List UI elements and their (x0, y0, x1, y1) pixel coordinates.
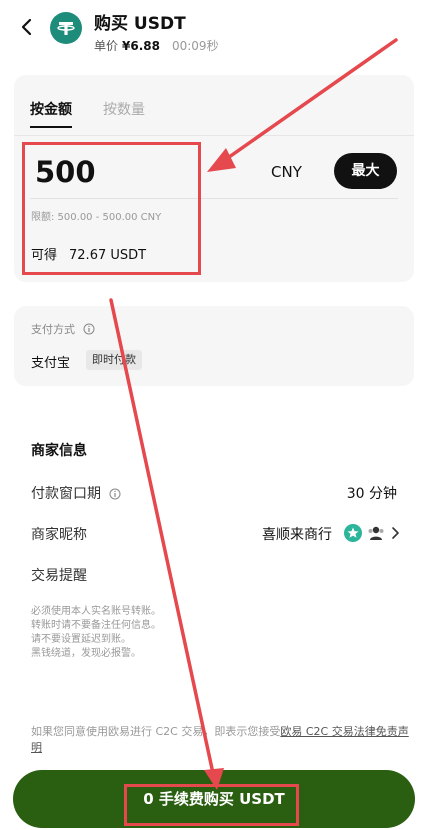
payment-window-value: 30 分钟 (346, 486, 397, 502)
price-value: ¥6.88 (122, 39, 160, 53)
tip-line: 转账时请不要备注任何信息。 (31, 620, 161, 631)
info-icon[interactable] (83, 323, 95, 335)
trade-reminder-label: 交易提醒 (31, 568, 87, 584)
price-label: 单价 (94, 39, 119, 53)
merchant-nickname-label: 商家昵称 (31, 527, 87, 543)
payment-method-card[interactable]: 支付方式 支付宝 即时付款 (14, 306, 414, 386)
payment-method-label-text: 支付方式 (31, 323, 75, 336)
tab-by-quantity[interactable]: 按数量 (103, 99, 145, 119)
annotation-box-buy-button (124, 784, 299, 826)
tab-divider (14, 135, 414, 136)
tab-by-amount[interactable]: 按金额 (30, 99, 72, 128)
annotation-box-amount (22, 142, 201, 275)
price-line: 单价 ¥6.88 00:09秒 (94, 37, 219, 54)
user-badge-icon (368, 526, 384, 540)
disclaimer-text: 如果您同意使用欧易进行 C2C 交易，即表示您接受欧易 C2C 交易法律免责声明 (31, 724, 411, 756)
tip-line: 请不要设置延迟到账。 (31, 634, 131, 645)
merchant-info-title: 商家信息 (31, 443, 87, 459)
tip-line: 必须使用本人实名账号转账。 (31, 606, 161, 617)
instant-payment-badge: 即时付款 (86, 350, 142, 370)
chevron-right-icon[interactable] (390, 526, 400, 540)
tip-line: 黑钱绕道，发现必报警。 (31, 648, 141, 659)
max-button[interactable]: 最大 (334, 153, 397, 189)
header-bar: 购买 USDT 单价 ¥6.88 00:09秒 (0, 0, 428, 62)
page-title: 购买 USDT (94, 14, 186, 34)
verified-badge-icon (344, 524, 362, 542)
trade-reminder-text: 必须使用本人实名账号转账。 转账时请不要备注任何信息。 请不要设置延迟到账。 黑… (31, 605, 161, 661)
payment-window-label: 付款窗口期 (31, 483, 121, 503)
payment-method-label: 支付方式 (31, 321, 95, 337)
disclaimer-prefix: 如果您同意使用欧易进行 C2C 交易，即表示您接受 (31, 725, 281, 738)
merchant-nickname-value[interactable]: 喜顺来商行 (262, 524, 332, 544)
tether-logo-icon (50, 12, 82, 44)
payment-window-label-text: 付款窗口期 (31, 486, 101, 502)
countdown-timer: 00:09秒 (171, 39, 219, 53)
info-icon[interactable] (109, 488, 121, 500)
chevron-left-icon[interactable] (16, 16, 38, 38)
payment-method-name: 支付宝 (31, 356, 71, 371)
currency-label: CNY (271, 163, 302, 181)
